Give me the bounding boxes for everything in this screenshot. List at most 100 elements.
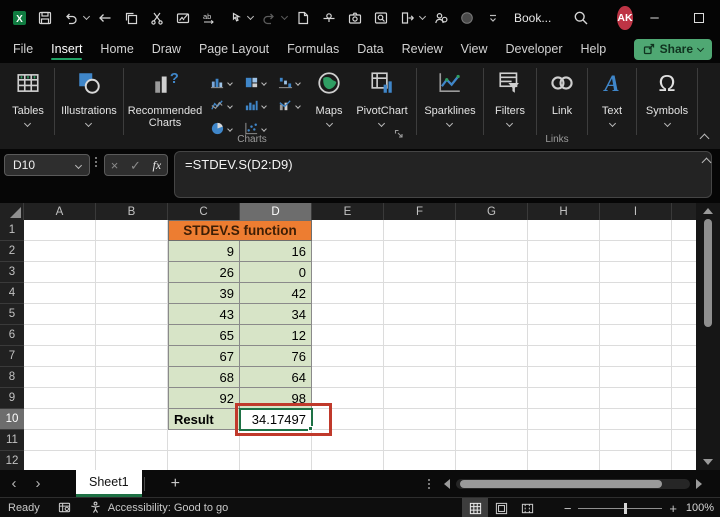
cell-H8[interactable] <box>528 367 600 388</box>
scroll-left-arrow-icon[interactable] <box>443 478 450 489</box>
cell-A10[interactable] <box>24 409 96 430</box>
cell-C5[interactable]: 43 <box>168 304 240 325</box>
insert-hierarchy-chart-button[interactable] <box>238 71 272 94</box>
column-header-H[interactable]: H <box>528 203 600 220</box>
page-layout-view-button[interactable] <box>488 498 514 517</box>
scroll-right-arrow-icon[interactable] <box>695 478 702 489</box>
menu-tab-developer[interactable]: Developer <box>497 35 572 63</box>
cell-G1[interactable] <box>456 220 528 241</box>
horizontal-scroll-thumb[interactable] <box>459 479 662 488</box>
cell-A12[interactable] <box>24 451 96 470</box>
row-header-11[interactable]: 11 <box>0 430 24 451</box>
document-search-icon[interactable] <box>370 6 392 30</box>
cell-A1[interactable] <box>24 220 96 241</box>
cell-partial-2[interactable] <box>672 241 696 262</box>
cell-I2[interactable] <box>600 241 672 262</box>
cell-partial-1[interactable] <box>672 220 696 241</box>
cell-I9[interactable] <box>600 388 672 409</box>
column-header-I[interactable]: I <box>600 203 672 220</box>
cell-partial-4[interactable] <box>672 283 696 304</box>
cell-B9[interactable] <box>96 388 168 409</box>
row-header-4[interactable]: 4 <box>0 283 24 304</box>
cell-partial-6[interactable] <box>672 325 696 346</box>
column-header-partial[interactable] <box>672 203 696 220</box>
redo-dropdown-chevron-icon[interactable] <box>280 12 289 20</box>
pivotchart-button[interactable]: PivotChart <box>356 70 408 128</box>
column-header-B[interactable]: B <box>96 203 168 220</box>
fill-handle[interactable] <box>308 426 313 431</box>
cell-B8[interactable] <box>96 367 168 388</box>
cell-G4[interactable] <box>456 283 528 304</box>
menu-tab-file[interactable]: File <box>4 35 42 63</box>
cell-A11[interactable] <box>24 430 96 451</box>
enter-icon[interactable]: ✓ <box>130 159 141 172</box>
cell-C8[interactable]: 68 <box>168 367 240 388</box>
paste-picture-icon[interactable] <box>172 6 194 30</box>
cell-C4[interactable]: 39 <box>168 283 240 304</box>
save-icon[interactable] <box>34 6 56 30</box>
cell-H5[interactable] <box>528 304 600 325</box>
accessibility-icon[interactable] <box>89 501 102 514</box>
menu-tab-formulas[interactable]: Formulas <box>278 35 348 63</box>
cell-D4[interactable]: 42 <box>240 283 312 304</box>
zoom-out-button[interactable]: − <box>564 501 572 516</box>
insert-function-icon[interactable]: fx <box>153 158 162 173</box>
text-button[interactable]: A Text <box>599 70 625 128</box>
cell-D9[interactable]: 98 <box>240 388 312 409</box>
menu-tab-draw[interactable]: Draw <box>143 35 190 63</box>
cell-C6[interactable]: 65 <box>168 325 240 346</box>
tabbar-drag-dots[interactable] <box>427 478 430 489</box>
cell-G7[interactable] <box>456 346 528 367</box>
menu-tab-view[interactable]: View <box>452 35 497 63</box>
cell-F11[interactable] <box>384 430 456 451</box>
cell-A2[interactable] <box>24 241 96 262</box>
menu-tab-review[interactable]: Review <box>393 35 452 63</box>
person-add-icon[interactable] <box>430 6 452 30</box>
cell-F10[interactable] <box>384 409 456 430</box>
new-file-icon[interactable] <box>292 6 314 30</box>
cell-H2[interactable] <box>528 241 600 262</box>
share-button[interactable]: Share <box>633 38 712 60</box>
row-header-1[interactable]: 1 <box>0 220 24 241</box>
illustrations-button[interactable]: Illustrations <box>61 70 117 128</box>
filters-button[interactable]: Filters <box>495 70 525 128</box>
charts-dialog-launcher[interactable] <box>394 126 404 144</box>
cell-D7[interactable]: 76 <box>240 346 312 367</box>
next-sheet-button[interactable]: › <box>28 475 48 492</box>
cell-E4[interactable] <box>312 283 384 304</box>
cell-A9[interactable] <box>24 388 96 409</box>
cell-E9[interactable] <box>312 388 384 409</box>
cell-H9[interactable] <box>528 388 600 409</box>
pin-line-icon[interactable] <box>318 6 340 30</box>
cell-I11[interactable] <box>600 430 672 451</box>
cell-partial-10[interactable] <box>672 409 696 430</box>
touch-mode-icon[interactable] <box>224 6 246 30</box>
column-header-F[interactable]: F <box>384 203 456 220</box>
column-header-D[interactable]: D <box>240 203 312 220</box>
cell-E11[interactable] <box>312 430 384 451</box>
page-break-preview-button[interactable] <box>514 498 540 517</box>
vertical-scroll-thumb[interactable] <box>704 219 712 327</box>
cell-H10[interactable] <box>528 409 600 430</box>
share-file-icon[interactable] <box>396 6 418 30</box>
cell-D10[interactable]: 34.17497 <box>239 408 313 431</box>
undo-dropdown-chevron-icon[interactable] <box>82 12 91 20</box>
cell-partial-7[interactable] <box>672 346 696 367</box>
cell-H6[interactable] <box>528 325 600 346</box>
cell-B1[interactable] <box>96 220 168 241</box>
tables-button[interactable]: Tables <box>12 70 44 128</box>
cell-F12[interactable] <box>384 451 456 470</box>
zoom-slider-handle[interactable] <box>624 502 628 514</box>
menu-tab-data[interactable]: Data <box>348 35 392 63</box>
row-header-8[interactable]: 8 <box>0 367 24 388</box>
cell-G5[interactable] <box>456 304 528 325</box>
presence-circle-icon[interactable] <box>456 6 478 30</box>
cell-B7[interactable] <box>96 346 168 367</box>
cell-E5[interactable] <box>312 304 384 325</box>
cell-F5[interactable] <box>384 304 456 325</box>
insert-line-chart-button[interactable] <box>204 94 238 117</box>
insert-statistic-chart-button[interactable] <box>238 94 272 117</box>
cell-H4[interactable] <box>528 283 600 304</box>
zoom-in-button[interactable]: + <box>669 501 677 516</box>
row-header-7[interactable]: 7 <box>0 346 24 367</box>
